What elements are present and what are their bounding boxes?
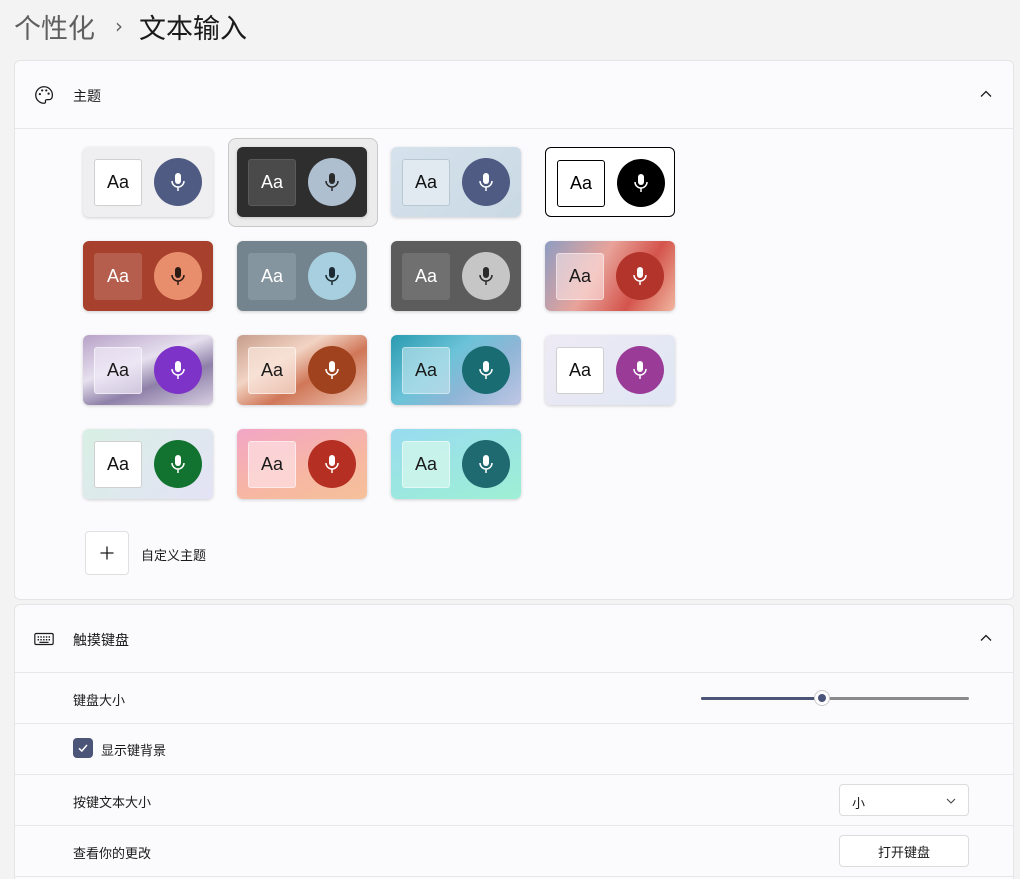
microphone-icon — [617, 159, 665, 207]
theme-preview-text: Aa — [402, 159, 450, 206]
slider-thumb[interactable] — [813, 690, 830, 706]
touch-keyboard-header[interactable]: 触摸键盘 — [15, 605, 1013, 673]
show-key-background-label[interactable]: 显示键背景 — [101, 740, 166, 759]
custom-theme-label[interactable]: 自定义主题 — [141, 545, 206, 564]
key-text-size-value: 小 — [852, 797, 866, 812]
keyboard-icon — [34, 632, 54, 646]
microphone-icon — [308, 252, 356, 300]
breadcrumb-separator-icon: › — [115, 14, 123, 38]
theme-preview-text: Aa — [248, 347, 296, 394]
microphone-icon — [154, 252, 202, 300]
theme-preview-text: Aa — [556, 347, 604, 394]
theme-option-4[interactable]: Aa — [545, 147, 675, 217]
microphone-icon — [154, 158, 202, 206]
theme-option-14[interactable]: Aa — [237, 429, 367, 499]
open-keyboard-button[interactable]: 打开键盘 — [839, 835, 969, 867]
key-text-size-row: 按键文本大小 小 — [15, 775, 1013, 826]
theme-option-6[interactable]: Aa — [237, 241, 367, 311]
theme-preview-text: Aa — [94, 441, 142, 488]
theme-preview-text: Aa — [248, 253, 296, 300]
page-title: 文本输入 — [139, 13, 247, 45]
microphone-icon — [154, 346, 202, 394]
microphone-icon — [154, 440, 202, 488]
theme-option-13[interactable]: Aa — [83, 429, 213, 499]
theme-section-title: 主题 — [73, 89, 101, 105]
key-text-size-dropdown[interactable]: 小 — [839, 784, 969, 816]
keyboard-size-label: 键盘大小 — [73, 694, 126, 709]
breadcrumb: 个性化 › 文本输入 — [14, 6, 247, 46]
plus-icon — [100, 546, 114, 560]
theme-option-8[interactable]: Aa — [545, 241, 675, 311]
view-changes-label: 查看你的更改 — [73, 847, 152, 862]
touch-keyboard-title: 触摸键盘 — [73, 633, 129, 649]
theme-section: 主题 Aa Aa Aa Aa Aa Aa Aa Aa Aa Aa Aa Aa Aa Aa Aa 自定义主题 — [14, 60, 1014, 600]
touch-keyboard-section: 触摸键盘 键盘大小 显示键背景 按键文本大小 小 查看你的更改 打开键盘 — [14, 604, 1014, 879]
theme-option-15[interactable]: Aa — [391, 429, 521, 499]
theme-option-3[interactable]: Aa — [391, 147, 521, 217]
theme-preview-text: Aa — [248, 441, 296, 488]
theme-preview-text: Aa — [94, 159, 142, 206]
checkmark-icon — [78, 744, 88, 753]
theme-option-5[interactable]: Aa — [83, 241, 213, 311]
theme-option-12[interactable]: Aa — [545, 335, 675, 405]
theme-option-10[interactable]: Aa — [237, 335, 367, 405]
theme-option-7[interactable]: Aa — [391, 241, 521, 311]
show-key-background-row: 显示键背景 — [15, 724, 1013, 775]
theme-preview-text: Aa — [402, 253, 450, 300]
keyboard-size-row: 键盘大小 — [15, 673, 1013, 724]
theme-preview-text: Aa — [557, 160, 605, 207]
theme-preview-text: Aa — [556, 253, 604, 300]
microphone-icon — [462, 158, 510, 206]
microphone-icon — [308, 346, 356, 394]
theme-preview-text: Aa — [402, 441, 450, 488]
microphone-icon — [462, 346, 510, 394]
chevron-up-icon[interactable] — [979, 631, 993, 645]
microphone-icon — [616, 252, 664, 300]
chevron-up-icon[interactable] — [979, 87, 993, 101]
theme-section-header[interactable]: 主题 — [15, 61, 1013, 129]
palette-icon — [35, 86, 53, 104]
breadcrumb-parent[interactable]: 个性化 — [14, 7, 95, 46]
keyboard-size-slider[interactable] — [701, 690, 969, 706]
theme-option-2[interactable]: Aa — [237, 147, 367, 217]
theme-option-9[interactable]: Aa — [83, 335, 213, 405]
key-text-size-label: 按键文本大小 — [73, 796, 152, 811]
theme-preview-text: Aa — [402, 347, 450, 394]
add-custom-theme-button[interactable] — [85, 531, 129, 575]
show-key-background-checkbox[interactable] — [73, 738, 93, 758]
microphone-icon — [616, 346, 664, 394]
microphone-icon — [308, 440, 356, 488]
chevron-down-icon — [946, 798, 956, 804]
theme-preview-text: Aa — [94, 253, 142, 300]
theme-preview-text: Aa — [248, 159, 296, 206]
theme-preview-text: Aa — [94, 347, 142, 394]
microphone-icon — [462, 252, 510, 300]
theme-option-11[interactable]: Aa — [391, 335, 521, 405]
microphone-icon — [308, 158, 356, 206]
slider-fill — [701, 697, 822, 700]
theme-option-1[interactable]: Aa — [83, 147, 213, 217]
microphone-icon — [462, 440, 510, 488]
view-changes-row: 查看你的更改 打开键盘 — [15, 826, 1013, 877]
